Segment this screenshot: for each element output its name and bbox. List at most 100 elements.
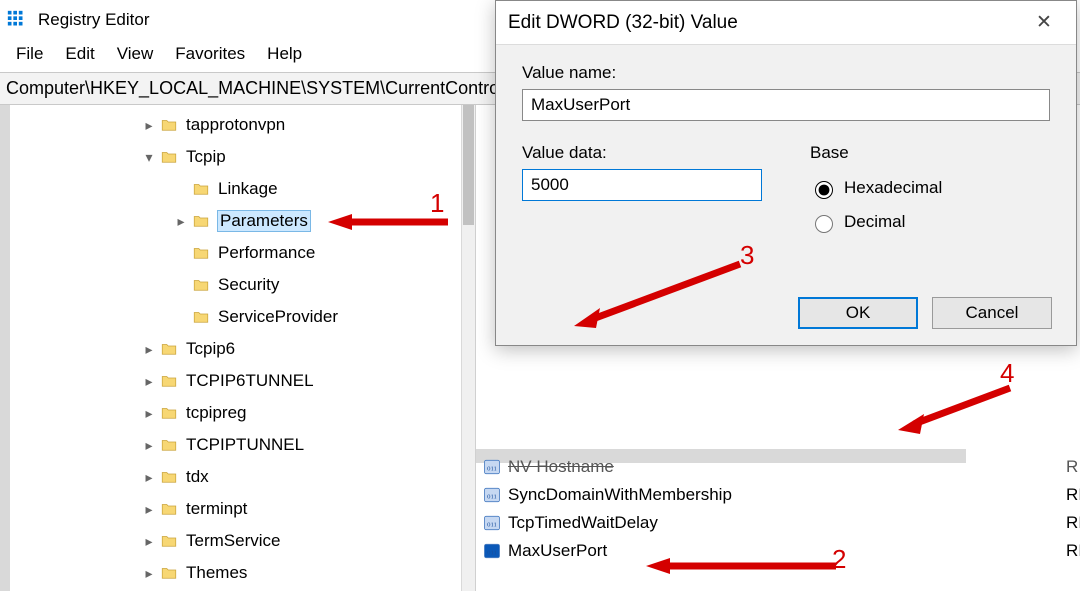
menu-favorites[interactable]: Favorites — [167, 42, 253, 66]
folder-icon — [192, 308, 210, 326]
folder-icon — [192, 180, 210, 198]
expand-toggle[interactable]: ▸ — [142, 565, 156, 582]
reg-dword-icon: 011 — [482, 541, 502, 561]
edit-dword-dialog: Edit DWORD (32-bit) Value ✕ Value name: … — [495, 0, 1077, 346]
tree-item[interactable]: ▸ TCPIPTUNNEL — [0, 429, 461, 461]
expand-toggle[interactable]: ▸ — [142, 501, 156, 518]
tree-item-label: Tcpip6 — [186, 339, 235, 359]
base-group-label: Base — [810, 143, 1050, 163]
folder-icon — [160, 532, 178, 550]
tree-item-label: ServiceProvider — [218, 307, 338, 327]
svg-text:011: 011 — [487, 493, 497, 500]
close-icon: ✕ — [1036, 11, 1052, 34]
folder-icon — [192, 276, 210, 294]
folder-icon — [160, 340, 178, 358]
expand-toggle[interactable]: ▸ — [174, 213, 188, 230]
value-name-field[interactable] — [522, 89, 1050, 121]
expand-toggle[interactable]: ▾ — [142, 149, 156, 166]
cancel-button[interactable]: Cancel — [932, 297, 1052, 329]
tree-item-label: TCPIP6TUNNEL — [186, 371, 314, 391]
value-name: TcpTimedWaitDelay — [508, 513, 1066, 533]
value-row[interactable]: 011SyncDomainWithMembershipRI — [482, 481, 1080, 509]
svg-text:011: 011 — [487, 465, 497, 472]
tree-item[interactable]: ▸ Tcpip6 — [0, 333, 461, 365]
tree-item-label: Security — [218, 275, 279, 295]
tree-item[interactable]: ▸ terminpt — [0, 493, 461, 525]
menu-edit[interactable]: Edit — [57, 42, 102, 66]
tree-item[interactable]: Linkage — [0, 173, 461, 205]
folder-icon — [160, 404, 178, 422]
expand-toggle[interactable]: ▸ — [142, 341, 156, 358]
tree-item-label: tapprotonvpn — [186, 115, 285, 135]
scroll-thumb[interactable] — [463, 105, 474, 225]
value-type-prefix: RI — [1066, 541, 1080, 561]
svg-text:011: 011 — [487, 549, 497, 556]
svg-text:011: 011 — [487, 521, 497, 528]
dialog-close-button[interactable]: ✕ — [1024, 7, 1064, 39]
menu-file[interactable]: File — [8, 42, 51, 66]
tree-item[interactable]: ▾Tcpip — [0, 141, 461, 173]
tree-item-label: Performance — [218, 243, 315, 263]
menu-view[interactable]: View — [109, 42, 162, 66]
folder-icon — [192, 212, 210, 230]
folder-icon — [160, 116, 178, 134]
value-name: SyncDomainWithMembership — [508, 485, 1066, 505]
tree-item-label: tdx — [186, 467, 209, 487]
value-name: NV Hostname — [508, 457, 1066, 477]
value-type-prefix: R — [1066, 457, 1080, 477]
tree-item[interactable]: ServiceProvider — [0, 301, 461, 333]
folder-icon — [160, 500, 178, 518]
tree-item[interactable]: ▸ TermService — [0, 525, 461, 557]
folder-icon — [160, 372, 178, 390]
radio-decimal[interactable] — [815, 215, 833, 233]
dialog-titlebar: Edit DWORD (32-bit) Value ✕ — [496, 1, 1076, 45]
expand-toggle[interactable]: ▸ — [142, 437, 156, 454]
reg-dword-icon: 011 — [482, 485, 502, 505]
reg-dword-icon: 011 — [482, 457, 502, 477]
value-row[interactable]: 011 NV HostnameR — [482, 453, 1080, 481]
tree-item[interactable]: ▸ Themes — [0, 557, 461, 589]
tree-pane: ▸ tapprotonvpn ▾Tcpip Linkage ▸ Parameters Per… — [0, 105, 476, 591]
tree-item-label: TermService — [186, 531, 280, 551]
folder-icon — [160, 436, 178, 454]
tree-item-label: Themes — [186, 563, 247, 583]
radio-dec-label: Decimal — [844, 212, 905, 232]
ok-button[interactable]: OK — [798, 297, 918, 329]
tree-item[interactable]: Performance — [0, 237, 461, 269]
base-radio-group: Hexadecimal Decimal — [810, 169, 1050, 239]
value-row[interactable]: 011 TcpTimedWaitDelayRI — [482, 509, 1080, 537]
tree-item-label: Parameters — [218, 211, 310, 231]
tree-item[interactable]: ▸ TCPIP6TUNNEL — [0, 365, 461, 397]
value-row[interactable]: 011 MaxUserPortRI — [482, 537, 1080, 565]
tree-scrollbar[interactable] — [461, 105, 475, 591]
value-name: MaxUserPort — [508, 541, 1066, 561]
expand-toggle[interactable]: ▸ — [142, 405, 156, 422]
dialog-title: Edit DWORD (32-bit) Value — [508, 12, 738, 34]
expand-toggle[interactable]: ▸ — [142, 373, 156, 390]
menu-help[interactable]: Help — [259, 42, 310, 66]
value-data-label: Value data: — [522, 143, 762, 163]
tree-item-label: TCPIPTUNNEL — [186, 435, 304, 455]
reg-dword-icon: 011 — [482, 513, 502, 533]
tree-item[interactable]: ▸ tcpipreg — [0, 397, 461, 429]
tree-item[interactable]: ▸ tapprotonvpn — [0, 109, 461, 141]
tree-item[interactable]: ▸ Parameters — [0, 205, 461, 237]
folder-icon — [160, 148, 178, 166]
tree-item-label: Linkage — [218, 179, 278, 199]
tree-item-label: tcpipreg — [186, 403, 246, 423]
expand-toggle[interactable]: ▸ — [142, 469, 156, 486]
tree-item[interactable]: Security — [0, 269, 461, 301]
folder-icon — [160, 564, 178, 582]
value-type-prefix: RI — [1066, 513, 1080, 533]
value-data-field[interactable] — [522, 169, 762, 201]
tree-item[interactable]: ▸ tdx — [0, 461, 461, 493]
folder-icon — [192, 244, 210, 262]
expand-toggle[interactable]: ▸ — [142, 533, 156, 550]
window-title: Registry Editor — [38, 10, 149, 30]
expand-toggle[interactable]: ▸ — [142, 117, 156, 134]
value-name-label: Value name: — [522, 63, 1050, 83]
app-grid-icon — [6, 9, 28, 31]
tree-item-label: terminpt — [186, 499, 247, 519]
folder-icon — [160, 468, 178, 486]
radio-hexadecimal[interactable] — [815, 181, 833, 199]
